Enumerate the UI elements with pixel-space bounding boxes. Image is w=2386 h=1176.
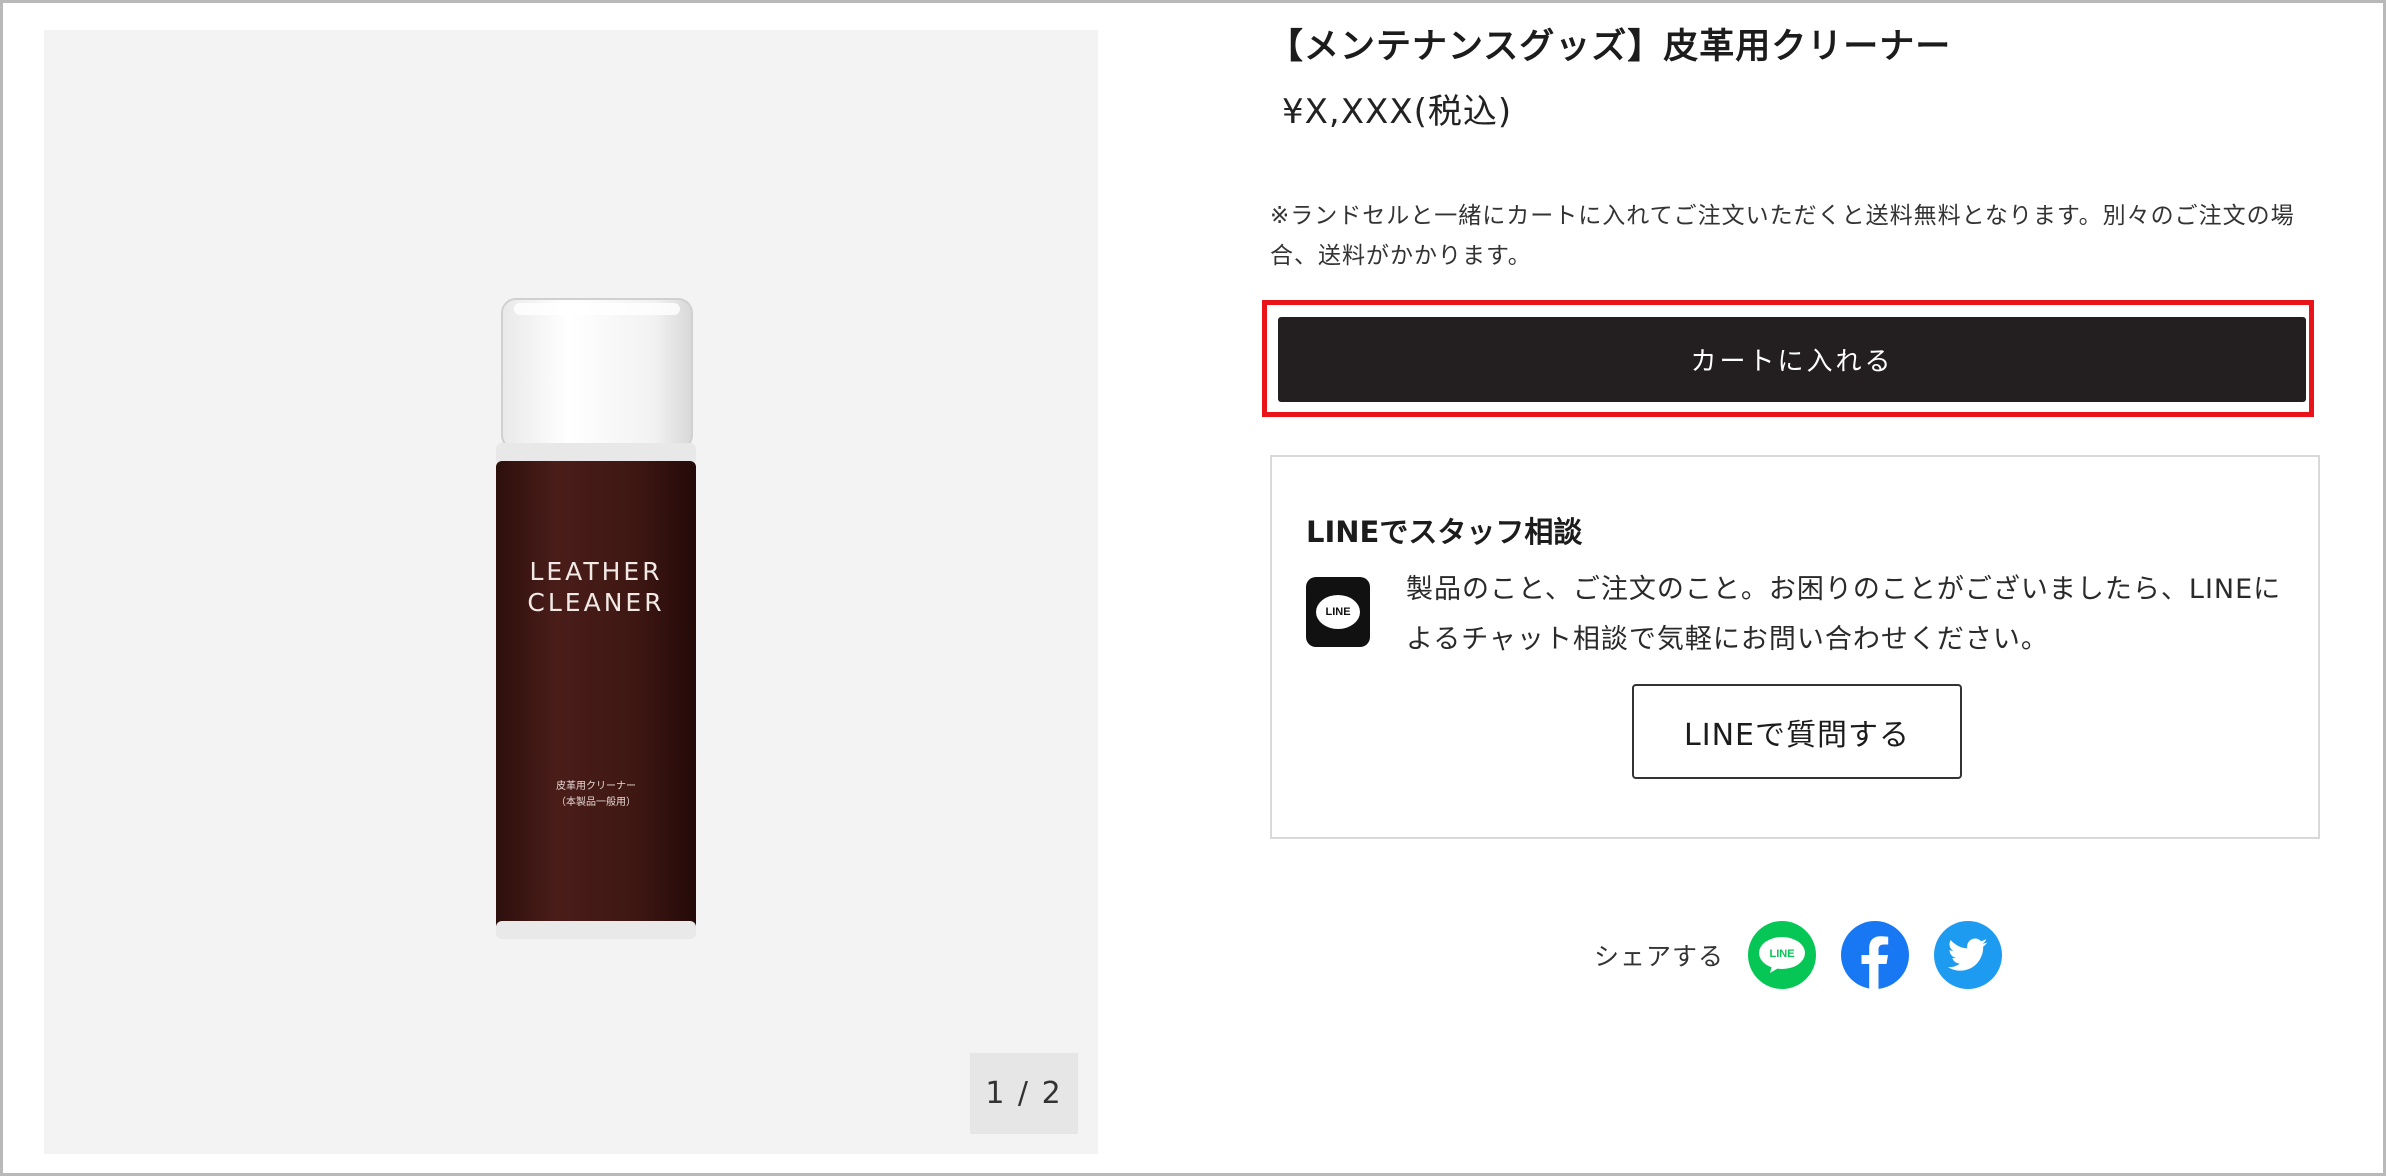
share-bar: シェアする LINE: [1594, 918, 2027, 992]
line-question-button[interactable]: LINEで質問する: [1632, 684, 1962, 779]
share-label: シェアする: [1594, 942, 1725, 971]
product-image-gallery[interactable]: LEATHER CLEANER 皮革用クリーナー （本製品一般用） 1 / 2: [44, 30, 1098, 1154]
product-label-line2: CLEANER: [527, 588, 664, 617]
line-consult-description: 製品のこと、ご注文のこと。お困りのことがございましたら、LINEによるチャット相…: [1406, 574, 2282, 655]
product-image: LEATHER CLEANER 皮革用クリーナー （本製品一般用）: [478, 293, 714, 951]
line-consult-panel: LINEでスタッフ相談 LINE 製品のこと、ご注文のこと。お困りのことがござい…: [1270, 455, 2320, 839]
product-price: ¥X,XXX(税込): [1282, 92, 1513, 132]
product-title: 【メンテナンスグッズ】皮革用クリーナー: [1268, 27, 1952, 67]
facebook-share-icon[interactable]: [1841, 921, 1910, 989]
line-consult-heading: LINEでスタッフ相談: [1306, 515, 1583, 549]
twitter-share-icon[interactable]: [1934, 921, 2003, 989]
line-share-text: LINE: [1769, 948, 1794, 960]
product-small-label-line1: 皮革用クリーナー: [556, 779, 636, 792]
image-counter: 1 / 2: [970, 1053, 1078, 1134]
add-to-cart-button[interactable]: カートに入れる: [1278, 317, 2306, 402]
line-logo-text: LINE: [1316, 595, 1360, 629]
shipping-note: ※ランドセルと一緒にカートに入れてご注文いただくと送料無料となります。別々のご注…: [1270, 203, 2295, 269]
product-small-label-line2: （本製品一般用）: [556, 795, 636, 808]
line-logo-icon: LINE: [1306, 577, 1370, 647]
product-label-line1: LEATHER: [529, 557, 662, 586]
line-share-icon[interactable]: LINE: [1748, 921, 1817, 989]
